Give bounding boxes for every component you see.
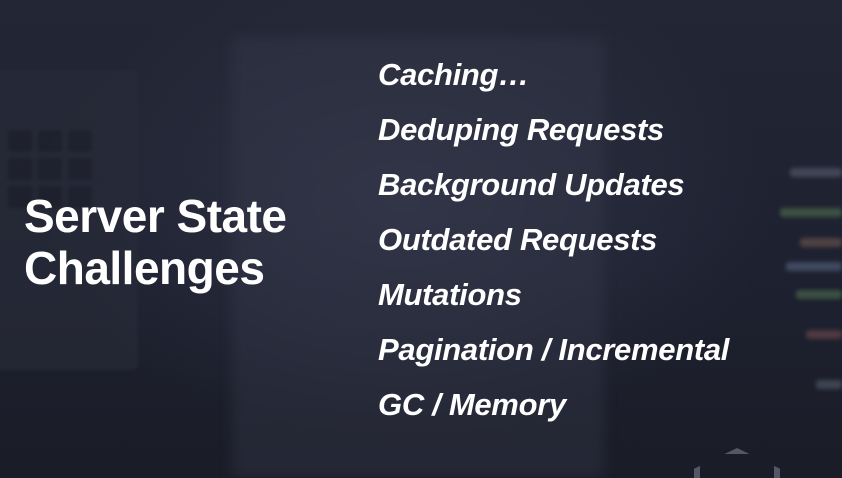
background-code-line: [816, 380, 842, 389]
title-line-1: Server State: [24, 190, 287, 242]
background-code-line: [796, 290, 842, 299]
background-code-line: [790, 168, 842, 177]
background-code-line: [800, 238, 842, 247]
challenge-item: Background Updates: [378, 167, 685, 202]
challenge-item: Mutations: [378, 277, 522, 312]
slide-title: Server State Challenges: [24, 190, 287, 294]
background-key: [38, 130, 62, 152]
background-code-line: [780, 208, 842, 217]
challenge-list: Caching… Deduping Requests Background Up…: [378, 55, 729, 440]
background-code-line: [806, 330, 842, 339]
background-key: [68, 158, 92, 180]
background-key: [8, 130, 32, 152]
challenge-item: Caching…: [378, 57, 529, 92]
challenge-item: GC / Memory: [378, 387, 566, 422]
title-line-2: Challenges: [24, 242, 265, 294]
slide: Server State Challenges Caching… Dedupin…: [0, 0, 842, 478]
background-logo: [694, 448, 780, 478]
background-key: [38, 158, 62, 180]
background-key: [68, 130, 92, 152]
challenge-item: Pagination / Incremental: [378, 332, 730, 367]
background-key: [8, 158, 32, 180]
challenge-item: Outdated Requests: [378, 222, 658, 257]
background-code-line: [786, 262, 842, 271]
challenge-item: Deduping Requests: [378, 112, 664, 147]
